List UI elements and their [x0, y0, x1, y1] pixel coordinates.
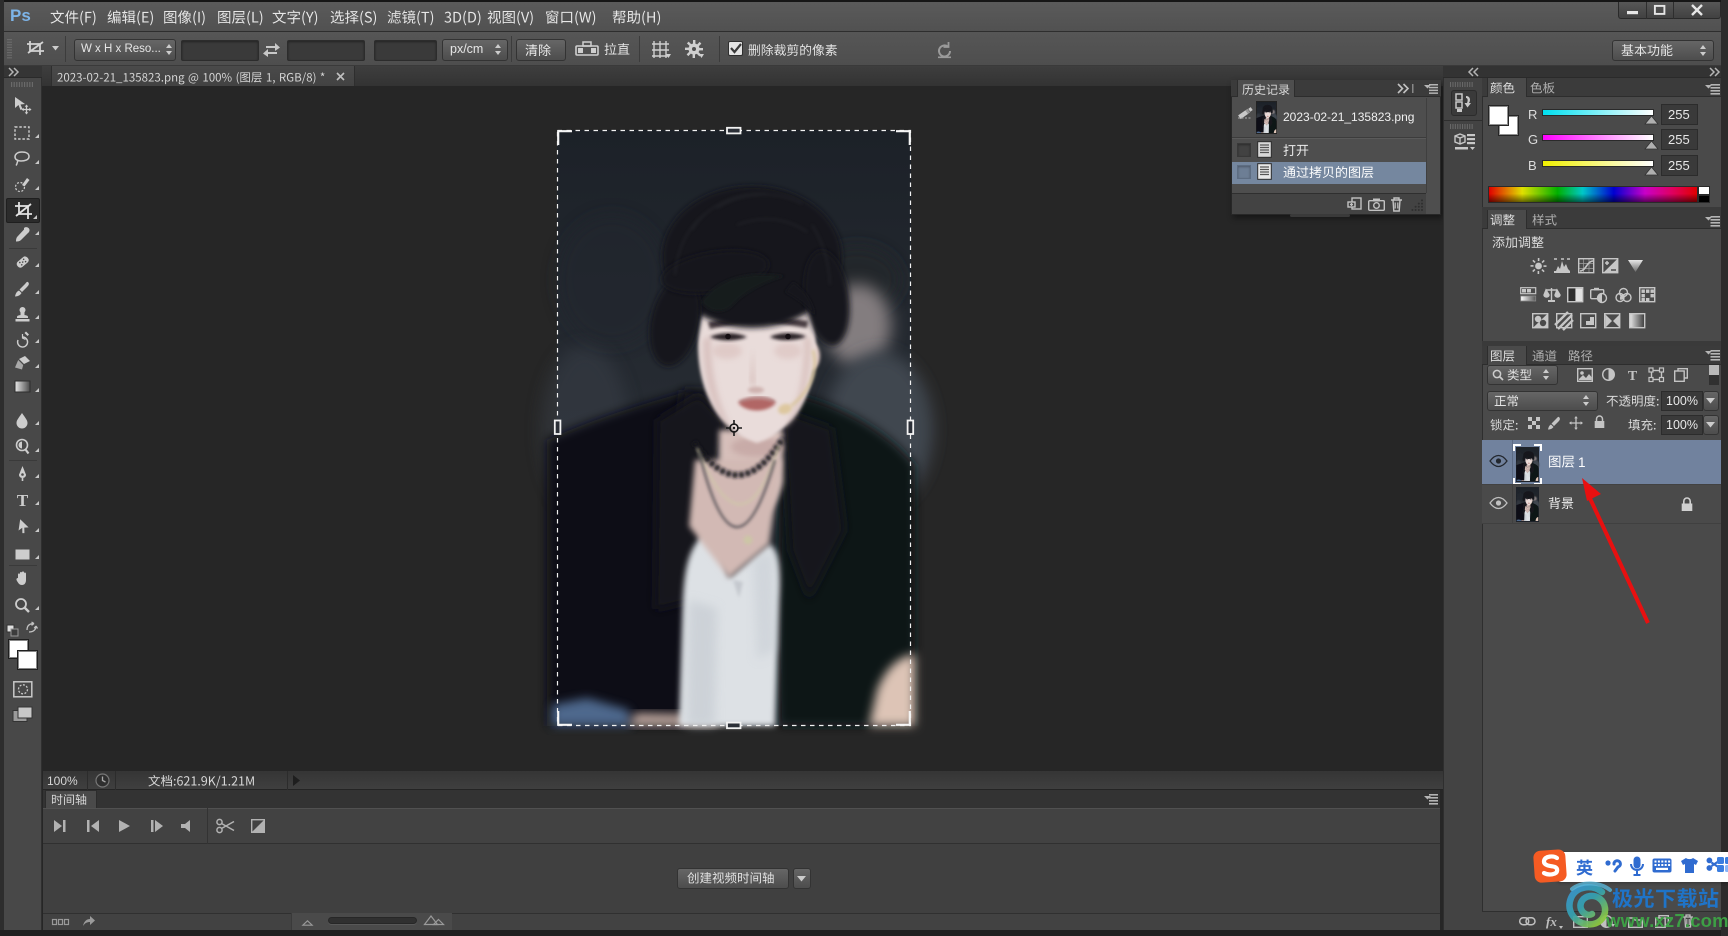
svg-text:fx: fx	[1546, 914, 1557, 929]
svg-text:T: T	[1628, 369, 1638, 384]
svg-text:Ps: Ps	[10, 6, 31, 25]
svg-text:T: T	[17, 491, 29, 510]
